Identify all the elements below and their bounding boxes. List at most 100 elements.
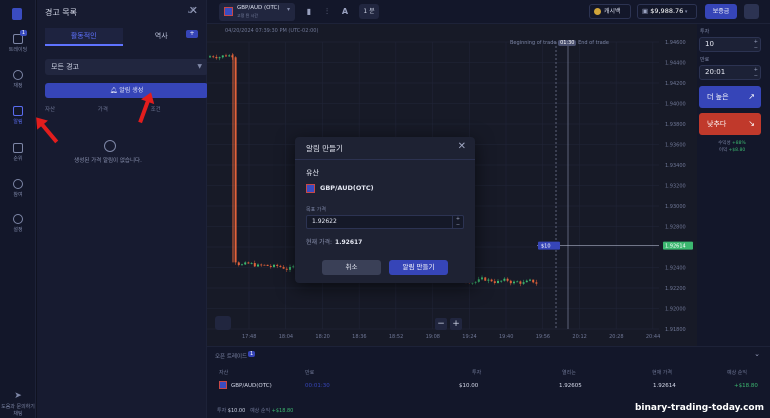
row-asset: GBP/AUD(OTC) [231,383,272,389]
row-open-price: 1.92605 [559,383,582,389]
col-condition: 조건 [150,107,161,113]
nav-trading[interactable]: 1 트레이딩 [0,30,36,53]
candle-body [513,281,515,284]
th-asset: 자산 [219,370,229,376]
zoom-in-button[interactable]: + [450,318,462,330]
timeframe-button[interactable]: 1 분 [359,4,379,19]
cashback-button[interactable]: 캐시백 [589,4,631,19]
current-price: 현재 가격: 1.92617 [306,237,362,246]
candle-body [285,268,288,270]
candle-body [474,281,477,283]
payout-info: 수익성 +88% [697,140,767,146]
payout-value: +88% [732,141,746,146]
candle-body [497,280,499,283]
trades-badge: 1 [248,351,256,357]
empty-alert-icon [104,140,116,152]
stepper-icon[interactable]: + − [754,39,758,51]
nav-community[interactable]: 참여 [0,179,36,198]
candle-body [221,55,224,58]
end-label: End of trade [578,40,609,46]
row-profit: +$18.80 [734,383,758,389]
profit-value: +$8.80 [728,148,746,153]
close-icon[interactable]: ✕ [458,141,466,152]
nav-leaderboard[interactable]: 순위 [0,143,36,162]
indicators-icon[interactable]: ⫶ [321,6,333,18]
panel-title: 경고 목록 [45,8,77,17]
target-price-value: 1.92622 [312,218,337,225]
y-tick-label: 1.93800 [665,122,686,128]
x-tick-label: 19:24 [462,334,476,340]
balance-value: $9,988.76 [650,7,684,15]
y-tick-label: 1.92800 [665,225,686,231]
candle-body [260,264,263,266]
candle-body [279,265,282,267]
candle-body [209,56,211,58]
chevron-down-icon[interactable]: ⌄ [754,350,760,358]
y-tick-label: 1.94400 [665,61,686,67]
candle-body [503,278,506,281]
candle-body [253,263,256,267]
th-expiry: 만료 [305,370,315,376]
create-alert-label: 알림 생성 [119,87,144,94]
filter-value: 모든 경고 [51,63,79,71]
gear-icon [13,214,23,224]
zoom-out-button[interactable]: − [435,318,447,330]
higher-label: 더 높은 [707,93,729,101]
nav-settings[interactable]: 설정 [0,214,36,233]
candle-body [237,262,240,266]
create-alert-confirm-button[interactable]: 알림 만들기 [389,260,448,275]
balance-display[interactable]: ▣ $9,988.76 ▾ [637,4,697,19]
target-price-input[interactable]: 1.92622 + − [306,215,464,229]
left-icon-bar: 1 트레이딩 재정 알림 순위 참여 설정 ➤ 도움과 문의하기 채팅 [0,0,36,418]
candle-body [212,56,215,58]
cancel-button[interactable]: 취소 [322,260,381,275]
footer-profit-label: 예상 순익 [250,408,271,414]
x-tick-label: 20:12 [572,334,586,340]
tools-button[interactable] [215,316,231,330]
create-alert-button[interactable]: 🔔︎ 알림 생성 [45,83,208,98]
candle-body [525,280,528,283]
avatar[interactable] [744,4,759,19]
lower-label: 낮추다 [707,120,727,128]
add-tag-button[interactable]: + [186,30,198,38]
arrow-down-icon: ↘ [748,119,755,128]
x-tick-label: 19:08 [426,334,440,340]
candle-body [487,279,490,281]
col-asset: 자산 [45,107,56,113]
stepper-icon[interactable]: + − [452,216,463,228]
nav-help-chat[interactable]: ➤ 도움과 문의하기 채팅 [0,391,36,417]
asset-selector[interactable]: GBP/AUD (OTC) 고정 된 시간 ▾ [219,3,295,21]
chevron-down-icon: ▾ [683,9,688,15]
amount-label: 투자 [700,29,710,35]
alert-columns: 자산 가격 조건 [45,105,205,113]
app-root: 1 트레이딩 재정 알림 순위 참여 설정 ➤ 도움과 문의하기 채팅 경고 목… [0,0,770,418]
candle-body [215,56,218,59]
stepper-icon[interactable]: + − [754,67,758,79]
watermark: binary-trading-today.com [634,403,764,413]
higher-button[interactable]: 더 높은 ↗ [699,86,761,108]
chevron-down-icon: ▾ [286,6,290,13]
globe-icon [13,179,23,189]
footer-profit: +$18.80 [271,408,294,414]
nav-finance[interactable]: 재정 [0,70,36,89]
drawing-icon[interactable]: A [339,6,351,18]
row-amount: $10.00 [459,383,479,389]
expand-icon[interactable]: ⤢ [188,6,194,16]
row-expiry: 00:01:30 [305,383,330,389]
panel-tabs: 활동적인 역사 [45,28,200,46]
nav-label: 순위 [13,156,23,162]
amount-input[interactable]: 10 + − [699,37,761,52]
tab-active[interactable]: 활동적인 [45,28,123,46]
deposit-button[interactable]: 보증금 [705,4,737,19]
empty-message: 생성된 가격 알림이 없습니다. [74,158,142,164]
time-input[interactable]: 20:01 + − [699,65,761,80]
candle-body [532,279,535,283]
y-tick-label: 1.91800 [665,327,686,333]
lower-button[interactable]: 낮추다 ↘ [699,113,761,135]
candle-body [493,281,496,283]
candles-icon[interactable]: ▮ [303,6,315,18]
open-trades-tab[interactable]: 오픈 트레이드 [215,352,247,360]
alert-filter-select[interactable]: 모든 경고 ▼ [45,59,208,75]
bell-icon: 🔔︎ [109,87,120,94]
asset-name: GBP/AUD (OTC) [237,5,280,11]
